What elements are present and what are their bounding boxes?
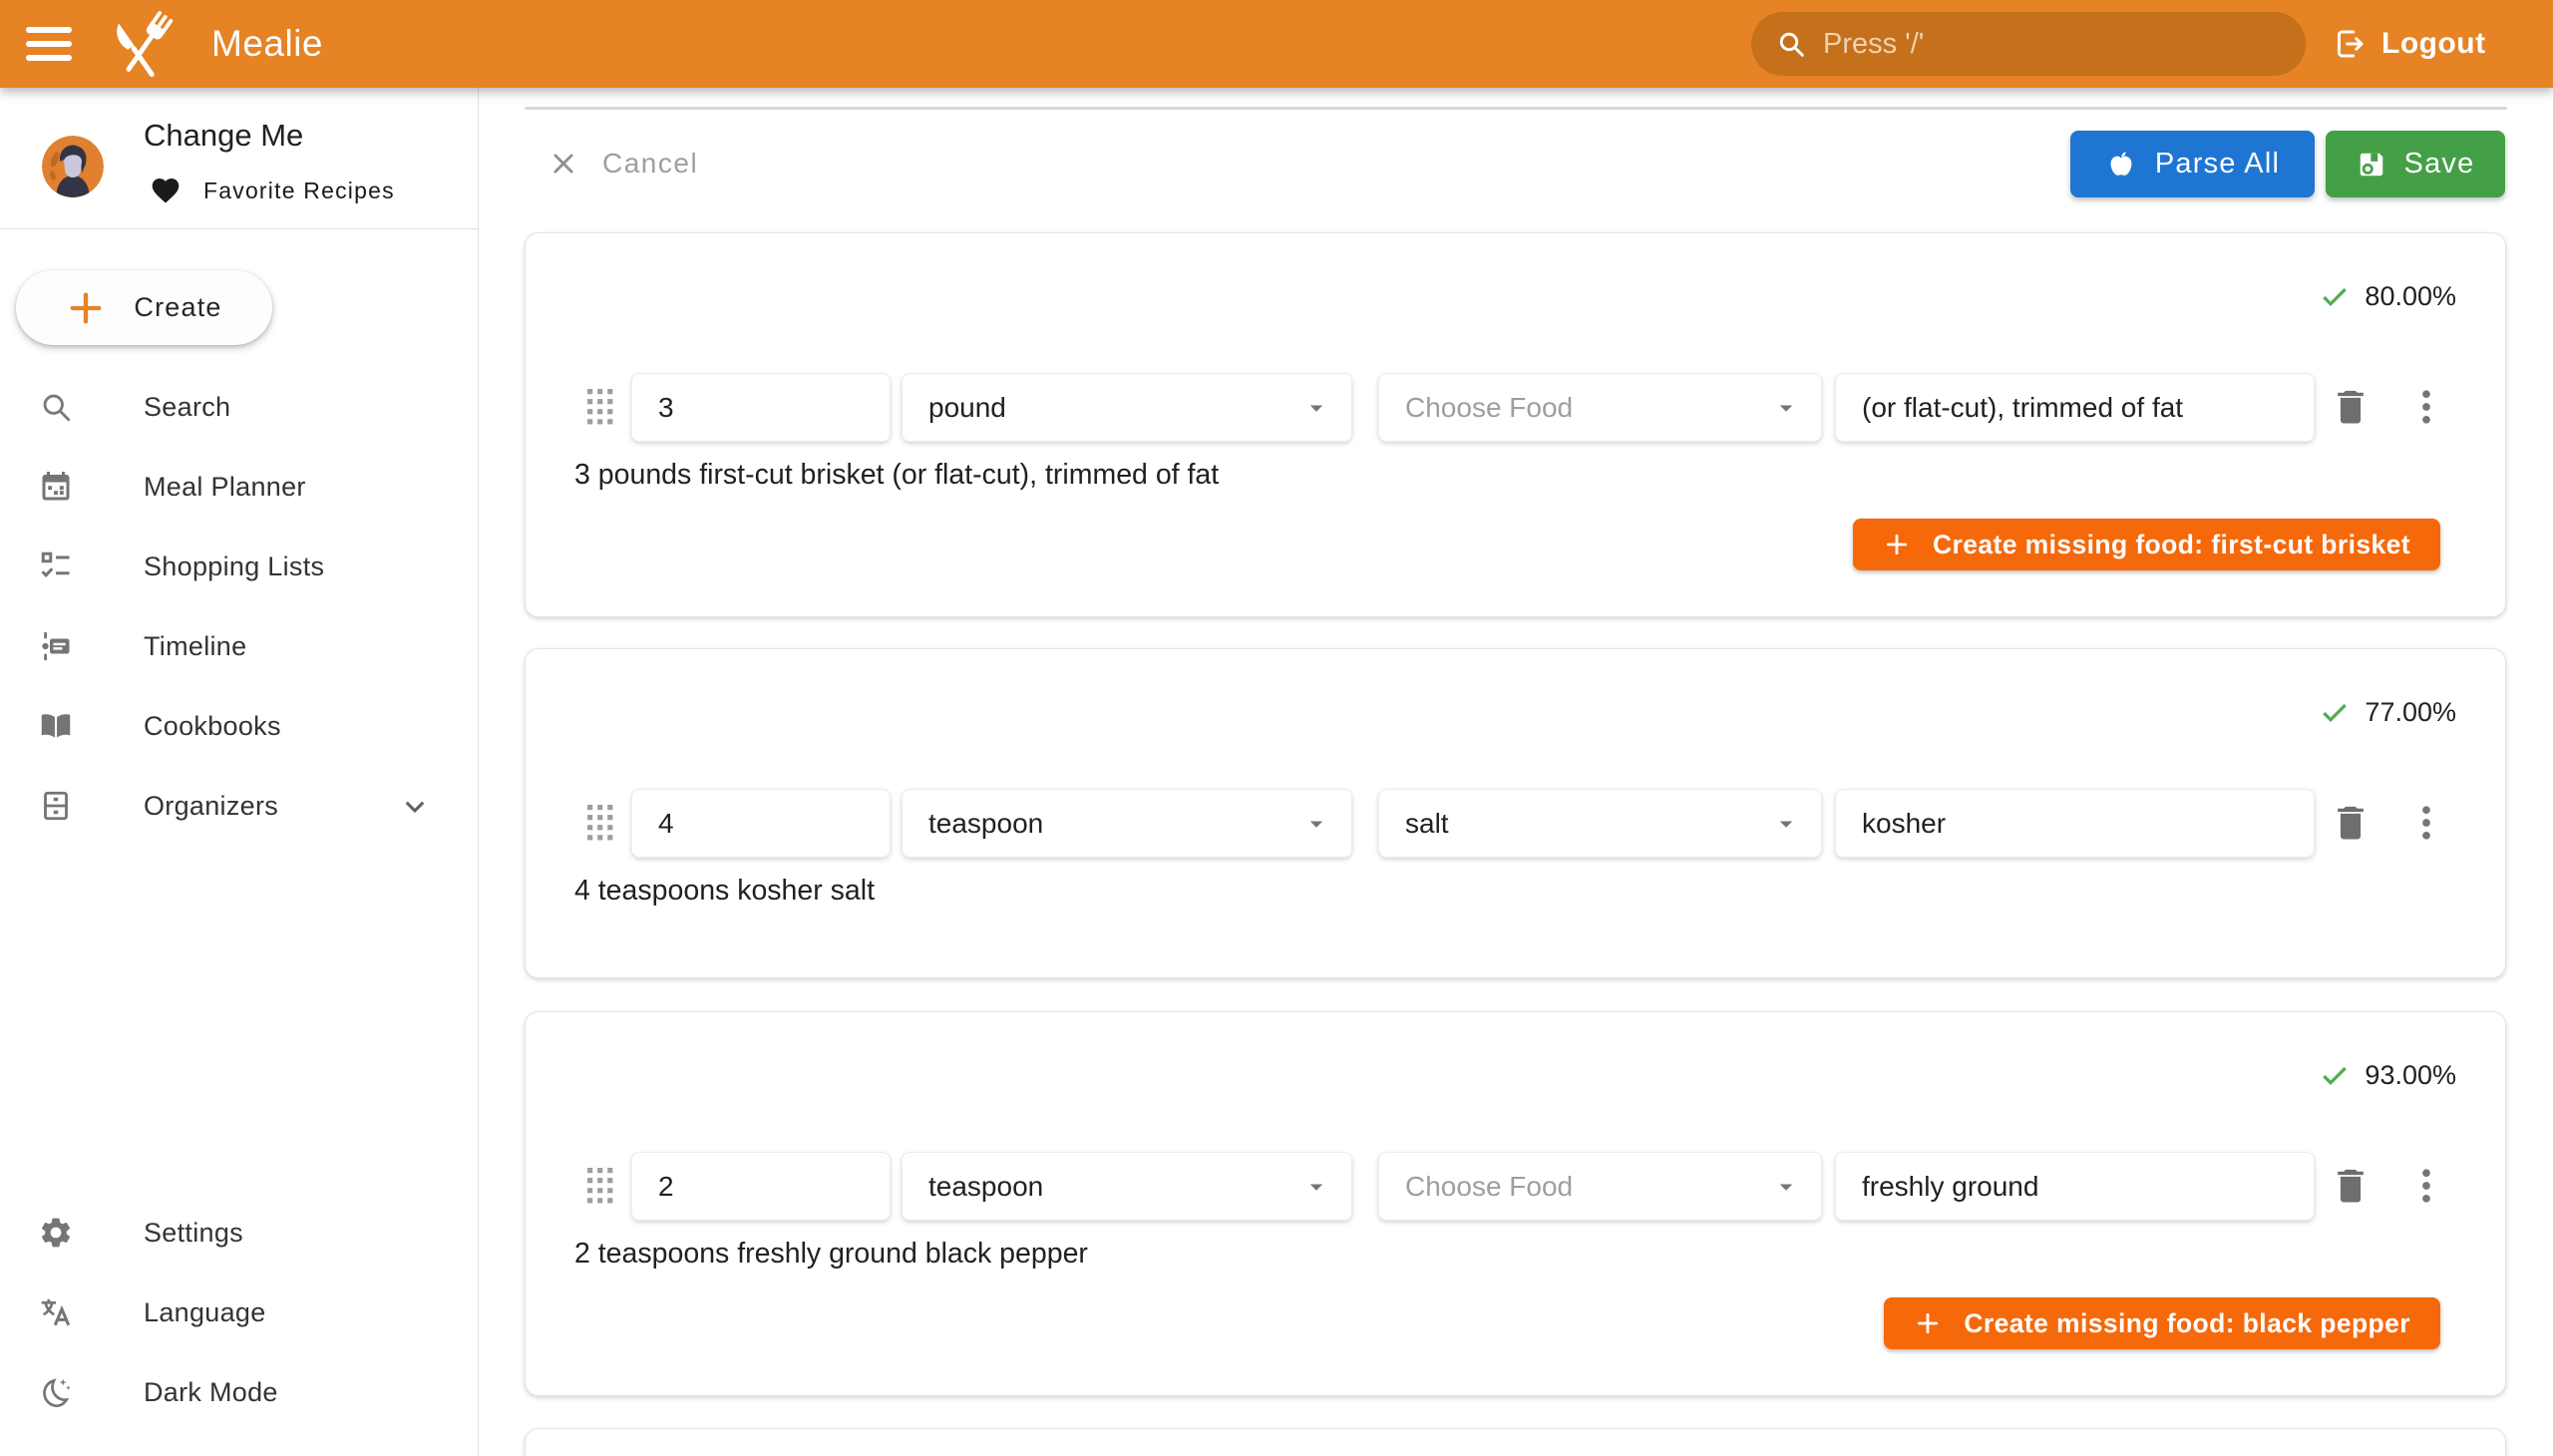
plus-icon <box>1914 1309 1942 1337</box>
caret-down-icon <box>1771 393 1801 423</box>
quantity-input[interactable] <box>631 789 891 858</box>
original-ingredient-text: 2 teaspoons freshly ground black pepper <box>574 1238 1088 1271</box>
logout-button[interactable]: Logout <box>2332 20 2486 68</box>
caret-down-icon <box>1301 809 1331 839</box>
sidebar-item-organizers[interactable]: Organizers <box>0 766 478 846</box>
create-missing-food-button[interactable]: Create missing food: first-cut brisket <box>1853 519 2440 570</box>
more-options-button[interactable] <box>2400 1158 2452 1214</box>
sidebar-item-shopping-lists[interactable]: Shopping Lists <box>0 527 478 606</box>
unit-select[interactable]: pound <box>902 373 1352 442</box>
main-content: Cancel Parse All Save <box>479 88 2553 1456</box>
note-input[interactable] <box>1835 373 2315 442</box>
timeline-icon <box>38 628 74 664</box>
logout-icon <box>2332 26 2368 62</box>
calendar-icon <box>38 469 74 505</box>
favorite-recipes-link[interactable]: Favorite Recipes <box>150 172 395 209</box>
cabinet-icon <box>38 788 74 824</box>
food-select[interactable]: Choose Food <box>1378 1152 1822 1221</box>
more-options-button[interactable] <box>2400 795 2452 851</box>
content-top-divider <box>525 107 2507 110</box>
sidebar-item-cookbooks[interactable]: Cookbooks <box>0 686 478 766</box>
note-input[interactable] <box>1835 1152 2315 1221</box>
unit-select[interactable]: teaspoon <box>902 1152 1352 1221</box>
delete-button[interactable] <box>2325 1158 2376 1214</box>
mealie-logo-icon <box>108 5 187 85</box>
caret-down-icon <box>1771 809 1801 839</box>
unit-select[interactable]: teaspoon <box>902 789 1352 858</box>
create-button[interactable]: Create <box>16 270 272 345</box>
ingredient-card: 93.00% teaspoon Choose Food <box>525 1011 2506 1396</box>
translate-icon <box>38 1294 74 1330</box>
caret-down-icon <box>1771 1172 1801 1202</box>
food-select[interactable]: Choose Food <box>1378 373 1822 442</box>
save-button[interactable]: Save <box>2326 131 2505 197</box>
apple-icon <box>2105 149 2137 181</box>
chevron-down-icon <box>397 788 433 824</box>
parse-all-button[interactable]: Parse All <box>2070 131 2315 197</box>
plus-icon <box>66 288 106 328</box>
confidence-value: 80.00% <box>2365 281 2456 312</box>
original-ingredient-text: 4 teaspoons kosher salt <box>574 875 875 908</box>
confidence-value: 77.00% <box>2365 697 2456 728</box>
app-header: Mealie Logout <box>0 0 2553 88</box>
close-icon <box>548 149 578 179</box>
delete-button[interactable] <box>2325 379 2376 435</box>
drag-handle-icon[interactable] <box>587 1168 613 1204</box>
page-title: Mealie <box>211 23 323 65</box>
check-icon <box>2319 1059 2351 1091</box>
confidence-indicator: 77.00% <box>2319 696 2456 728</box>
search-bar <box>1751 12 2306 76</box>
sidebar-item-meal-planner[interactable]: Meal Planner <box>0 447 478 527</box>
confidence-indicator: 80.00% <box>2319 280 2456 312</box>
check-icon <box>2319 280 2351 312</box>
plus-icon <box>1883 531 1911 558</box>
food-select[interactable]: salt <box>1378 789 1822 858</box>
save-icon <box>2357 150 2386 180</box>
cancel-button[interactable]: Cancel <box>548 138 698 189</box>
quantity-input[interactable] <box>631 373 891 442</box>
sidebar-divider <box>0 228 478 229</box>
menu-icon[interactable] <box>26 16 88 72</box>
book-open-icon <box>38 708 74 744</box>
original-ingredient-text: 3 pounds first-cut brisket (or flat-cut)… <box>574 459 1219 492</box>
sidebar-item-dark-mode[interactable]: Dark Mode <box>0 1352 478 1432</box>
sidebar-item-language[interactable]: Language <box>0 1273 478 1352</box>
checklist-icon <box>38 548 74 584</box>
caret-down-icon <box>1301 1172 1331 1202</box>
gear-icon <box>38 1215 74 1251</box>
drag-handle-icon[interactable] <box>587 805 613 841</box>
avatar[interactable] <box>42 136 104 197</box>
confidence-value: 93.00% <box>2365 1060 2456 1091</box>
search-input[interactable] <box>1823 28 2282 61</box>
note-input[interactable] <box>1835 789 2315 858</box>
sidebar-item-search[interactable]: Search <box>0 367 478 447</box>
search-icon <box>1775 28 1807 60</box>
sidebar-item-timeline[interactable]: Timeline <box>0 606 478 686</box>
ingredient-card: 80.00% pound Choose Food <box>525 232 2506 617</box>
ingredient-card: 77.00% teaspoon salt <box>525 648 2506 978</box>
user-name[interactable]: Change Me <box>144 118 303 154</box>
create-missing-food-button[interactable]: Create missing food: black pepper <box>1884 1297 2440 1349</box>
more-options-button[interactable] <box>2400 379 2452 435</box>
drag-handle-icon[interactable] <box>587 389 613 425</box>
sidebar-item-settings[interactable]: Settings <box>0 1193 478 1273</box>
moon-icon <box>38 1374 74 1410</box>
heart-icon <box>150 175 182 206</box>
search-icon <box>38 389 74 425</box>
confidence-indicator: 93.00% <box>2319 1059 2456 1091</box>
delete-button[interactable] <box>2325 795 2376 851</box>
quantity-input[interactable] <box>631 1152 891 1221</box>
check-icon <box>2319 696 2351 728</box>
sidebar: Change Me Favorite Recipes Create Search <box>0 88 479 1456</box>
ingredient-card-partial <box>525 1428 2506 1456</box>
caret-down-icon <box>1301 393 1331 423</box>
